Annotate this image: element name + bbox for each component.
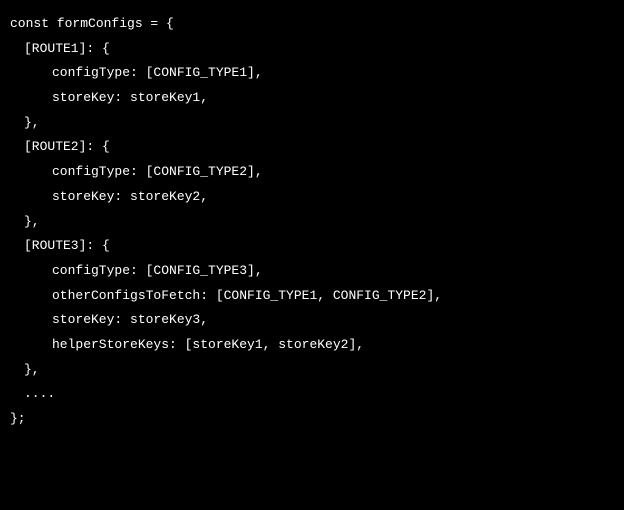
code-line: .... (10, 382, 614, 407)
code-line: [ROUTE1]: { (10, 37, 614, 62)
code-line: storeKey: storeKey2, (10, 185, 614, 210)
code-line: [ROUTE3]: { (10, 234, 614, 259)
code-line: }; (10, 407, 614, 432)
code-line: [ROUTE2]: { (10, 135, 614, 160)
code-line: storeKey: storeKey3, (10, 308, 614, 333)
code-line: storeKey: storeKey1, (10, 86, 614, 111)
code-line: }, (10, 358, 614, 383)
code-line: const formConfigs = { (10, 12, 614, 37)
code-line: configType: [CONFIG_TYPE1], (10, 61, 614, 86)
code-line: }, (10, 210, 614, 235)
code-line: otherConfigsToFetch: [CONFIG_TYPE1, CONF… (10, 284, 614, 309)
code-block: const formConfigs = { [ROUTE1]: { config… (10, 12, 614, 432)
code-line: configType: [CONFIG_TYPE3], (10, 259, 614, 284)
code-line: configType: [CONFIG_TYPE2], (10, 160, 614, 185)
code-line: helperStoreKeys: [storeKey1, storeKey2], (10, 333, 614, 358)
code-line: }, (10, 111, 614, 136)
